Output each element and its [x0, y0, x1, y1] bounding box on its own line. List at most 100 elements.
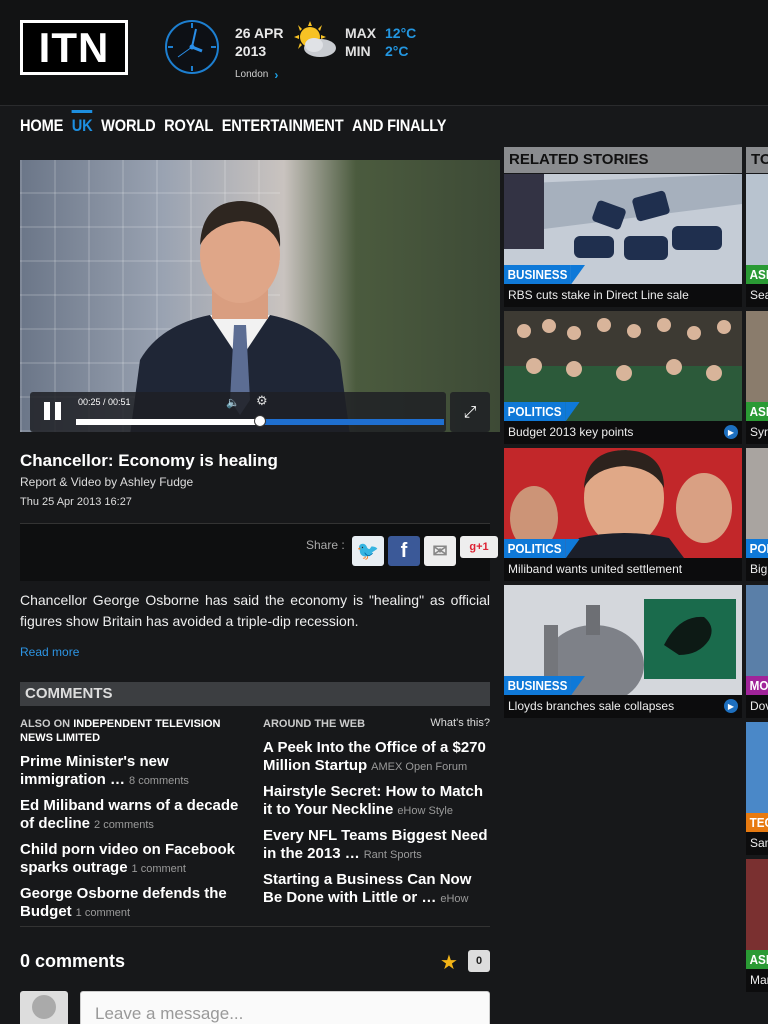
envelope-icon: ✉: [432, 540, 448, 561]
category-badge: ASIA: [746, 402, 768, 422]
temperature-block: MAX 12°C MIN 2°C: [345, 24, 416, 60]
sun-cloud-icon: [294, 21, 336, 57]
story-caption: Sea: [746, 284, 768, 307]
chevron-right-icon: ›: [274, 68, 279, 82]
share-label: Share :: [306, 538, 345, 552]
nav-home[interactable]: HOME: [20, 110, 63, 140]
category-badge: ASIA: [746, 950, 768, 970]
gear-icon[interactable]: ⚙: [256, 394, 268, 409]
related-story-card[interactable]: BUSINESS RBS cuts stake in Direct Line s…: [504, 174, 742, 307]
site-header: ITN 26 APR 2013 London › MAX 12°C MIN 2°C: [0, 0, 768, 106]
list-item[interactable]: George Osborne defends the Budget 1 comme…: [20, 885, 250, 922]
list-item[interactable]: Hairstyle Secret: How to Match it to You…: [263, 783, 490, 820]
link-meta: 1 comment: [131, 863, 186, 875]
top-story-card[interactable]: MOV Dov: [746, 585, 768, 718]
list-item[interactable]: Prime Minister's new immigration … 8 comm…: [20, 753, 250, 790]
fullscreen-icon[interactable]: ⤢: [450, 392, 490, 432]
video-controls: 00:25 / 00:51 🔈 ⚙: [30, 392, 446, 432]
related-story-card[interactable]: POLITICS Budget 2013 key points ▶: [504, 311, 742, 444]
story-caption: Lloyds branches sale collapses: [504, 695, 742, 718]
video-progress-bar[interactable]: [76, 415, 444, 427]
video-time: 00:25 / 00:51: [78, 397, 131, 407]
city-label: London: [235, 69, 269, 80]
list-item[interactable]: Ed Miliband warns of a decade of decline…: [20, 797, 250, 834]
twitter-share-button[interactable]: 🐦: [352, 536, 384, 566]
also-on-column: ALSO ON INDEPENDENT TELEVISION NEWS LIMI…: [20, 717, 250, 929]
google-plus-label: +1: [476, 541, 489, 553]
twitter-icon: 🐦: [356, 540, 380, 561]
story-caption: RBS cuts stake in Direct Line sale: [504, 284, 742, 307]
story-summary: Chancellor George Osborne has said the e…: [20, 592, 490, 629]
itn-logo[interactable]: ITN: [20, 20, 128, 75]
video-player[interactable]: 00:25 / 00:51 🔈 ⚙ ⤢: [20, 160, 500, 432]
video-progress-fill: [76, 419, 260, 425]
link-meta: Rant Sports: [363, 849, 422, 861]
category-badge: POL: [746, 539, 768, 559]
min-temp: 2°C: [385, 43, 409, 59]
top-story-card[interactable]: ASIA Mar: [746, 859, 768, 992]
story-caption: Mar: [746, 969, 768, 992]
also-on-prefix: ALSO ON: [20, 718, 71, 730]
facebook-icon: f: [400, 539, 408, 562]
email-share-button[interactable]: ✉: [424, 536, 456, 566]
story-caption: Budget 2013 key points: [504, 421, 742, 444]
city-selector[interactable]: London ›: [235, 66, 284, 84]
nav-uk[interactable]: UK: [71, 110, 93, 140]
story-caption: Miliband wants united settlement: [504, 558, 742, 581]
story-caption: Syri: [746, 421, 768, 444]
link-meta: AMEX Open Forum: [371, 761, 468, 773]
read-more-link[interactable]: Read more: [20, 645, 79, 659]
play-icon[interactable]: ▶: [724, 699, 738, 713]
facebook-share-button[interactable]: f: [388, 536, 420, 566]
divider: [20, 926, 490, 927]
play-icon[interactable]: ▶: [724, 425, 738, 439]
link-meta: 1 comment: [75, 907, 131, 919]
max-label: MAX: [345, 25, 377, 41]
star-icon[interactable]: ★: [440, 950, 458, 974]
list-item[interactable]: A Peek Into the Office of a $270 Million…: [263, 739, 490, 776]
story-title: Chancellor: Economy is healing: [20, 451, 278, 470]
share-bar: Share : 🐦 f ✉ g +1: [20, 523, 498, 581]
top-story-card[interactable]: POL Big: [746, 448, 768, 581]
related-story-card[interactable]: POLITICS Miliband wants united settlemen…: [504, 448, 742, 581]
google-plus-icon: g: [469, 541, 477, 553]
nav-royal[interactable]: ROYAL: [164, 110, 213, 140]
date-day-month: 26 APR: [235, 25, 284, 41]
video-progress-knob[interactable]: [254, 415, 266, 427]
top-story-card[interactable]: TECH Sam: [746, 722, 768, 855]
google-plus-button[interactable]: g +1: [460, 536, 498, 558]
story-caption: Big: [746, 558, 768, 581]
list-item[interactable]: Child porn video on Facebook sparks outr…: [20, 841, 250, 878]
max-temp: 12°C: [385, 25, 417, 41]
avatar: [20, 991, 68, 1024]
related-stories-heading: RELATED STORIES: [504, 147, 742, 173]
comment-count: 0 comments: [20, 951, 126, 971]
nav-entertainment[interactable]: ENTERTAINMENT: [222, 110, 344, 140]
nav-and-finally[interactable]: AND FINALLY: [352, 110, 446, 140]
pause-button[interactable]: [44, 402, 62, 422]
clock-icon: [165, 20, 219, 74]
date-year: 2013: [235, 43, 267, 59]
comment-input[interactable]: Leave a message...: [80, 991, 490, 1024]
top-story-card[interactable]: ASIA Syri: [746, 311, 768, 444]
story-date: Thu 25 Apr 2013 16:27: [20, 496, 132, 508]
comments-heading: COMMENTS: [20, 682, 490, 706]
whats-this-link[interactable]: What's this?: [430, 717, 490, 729]
list-item[interactable]: Every NFL Teams Biggest Need in the 2013…: [263, 827, 490, 864]
top-story-card[interactable]: ASIA Sea: [746, 174, 768, 307]
also-on-heading: ALSO ON INDEPENDENT TELEVISION NEWS LIMI…: [20, 717, 250, 745]
related-story-card[interactable]: BUSINESS Lloyds branches sale collapses …: [504, 585, 742, 718]
category-badge: BUSINESS: [504, 265, 586, 285]
around-web-column: AROUND THE WEB What's this? A Peek Into …: [263, 717, 490, 915]
link-title: Child porn video on Facebook sparks outr…: [20, 841, 236, 876]
volume-icon[interactable]: 🔈: [226, 396, 240, 409]
min-label: MIN: [345, 43, 371, 59]
story-caption: Sam: [746, 832, 768, 855]
category-badge: POLITICS: [504, 402, 580, 422]
list-item[interactable]: Starting a Business Can Now Be Done with…: [263, 871, 490, 908]
nav-world[interactable]: WORLD: [101, 110, 156, 140]
category-badge: BUSINESS: [504, 676, 586, 696]
category-badge: POLITICS: [504, 539, 580, 559]
link-meta: 8 comments: [129, 775, 189, 787]
main-nav: HOME UK WORLD ROYAL ENTERTAINMENT AND FI…: [20, 110, 446, 140]
